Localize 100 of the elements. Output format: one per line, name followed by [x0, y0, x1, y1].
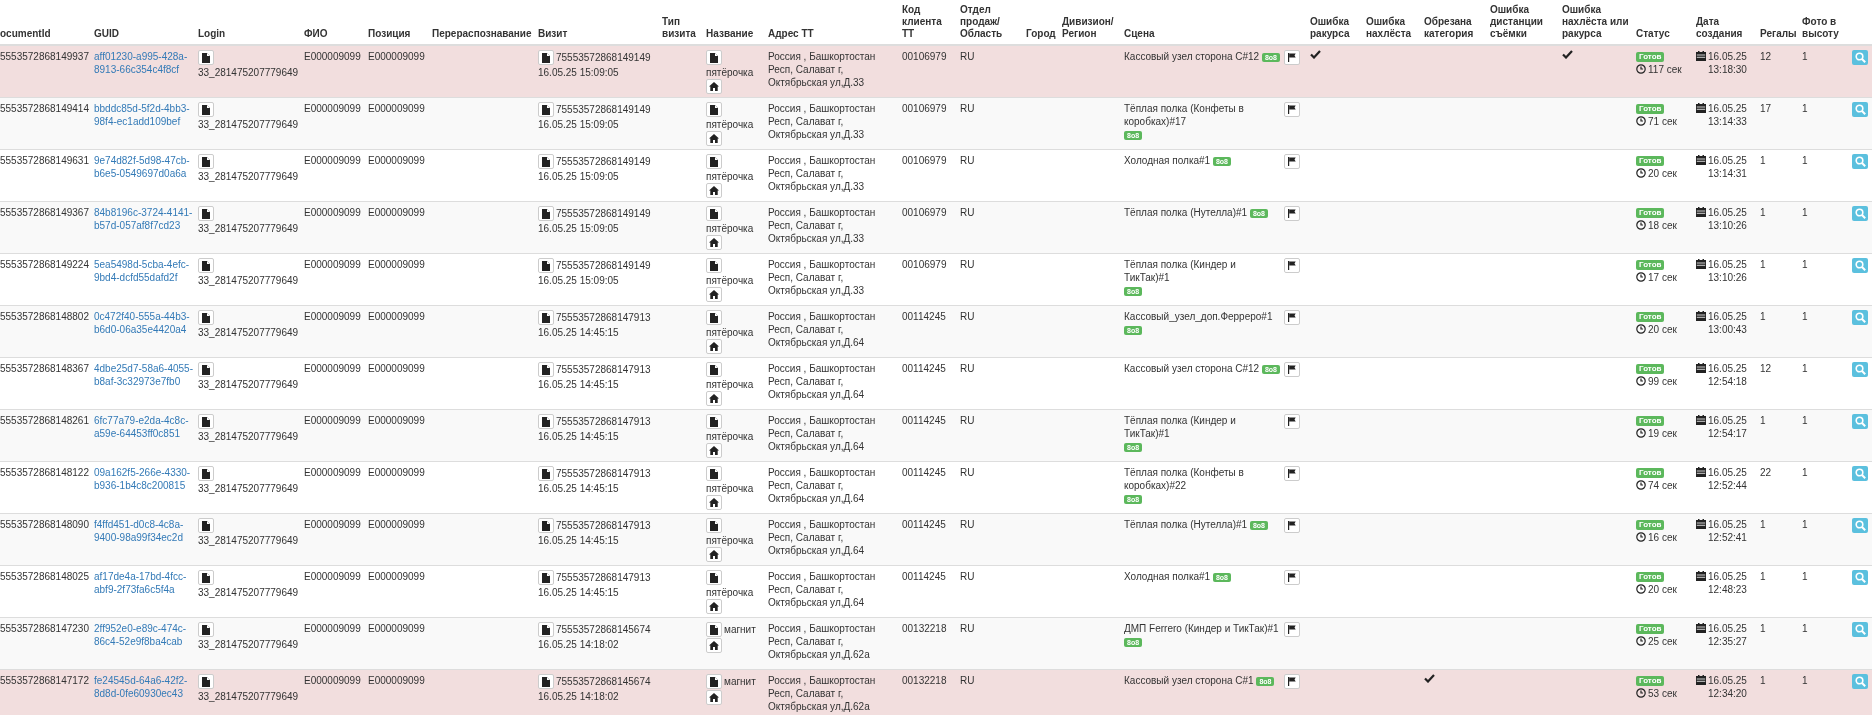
flag-button[interactable] [1284, 50, 1300, 65]
file-button[interactable] [538, 414, 554, 429]
table-cell: 1 [1760, 305, 1802, 358]
file-button[interactable] [538, 154, 554, 169]
file-button[interactable] [198, 362, 214, 377]
file-button[interactable] [538, 206, 554, 221]
file-button[interactable] [706, 258, 722, 273]
flag-button[interactable] [1284, 674, 1300, 689]
file-button[interactable] [198, 258, 214, 273]
flag-button[interactable] [1284, 154, 1300, 169]
file-button[interactable] [538, 50, 554, 65]
file-button[interactable] [198, 518, 214, 533]
guid-link[interactable]: 9e74d82f-5d98-47cb-b6e5-0549697d0a6a [94, 154, 194, 180]
flag-icon [1288, 365, 1296, 374]
file-button[interactable] [198, 50, 214, 65]
file-button[interactable] [198, 570, 214, 585]
home-button[interactable] [706, 183, 722, 198]
duration-text: 71 сек [1648, 116, 1677, 127]
file-button[interactable] [198, 622, 214, 637]
file-button[interactable] [198, 674, 214, 689]
file-button[interactable] [706, 674, 722, 689]
file-button[interactable] [538, 518, 554, 533]
visit-id: 75553572868149149 [556, 103, 651, 115]
table-cell: 5553572868147230 [0, 617, 94, 670]
file-button[interactable] [706, 414, 722, 429]
flag-button[interactable] [1284, 310, 1300, 325]
file-button[interactable] [706, 622, 722, 637]
table-cell: Россия , Башкортостан Респ, Салават г, Октябрьская ул,Д.62а [768, 617, 902, 670]
created-date: 16.05.25 13:00:43 [1708, 310, 1748, 336]
table-cell: Россия , Башкортостан Респ, Салават г, Октябрьская ул,Д.64 [768, 513, 902, 566]
home-button[interactable] [706, 690, 722, 705]
table-cell: 1 [1802, 409, 1852, 462]
duration-text: 99 сек [1648, 376, 1677, 387]
file-button[interactable] [198, 206, 214, 221]
file-button[interactable] [706, 310, 722, 325]
file-icon [710, 416, 718, 427]
visit-id: 75553572868149149 [556, 207, 651, 219]
home-button[interactable] [706, 339, 722, 354]
file-button[interactable] [198, 310, 214, 325]
flag-button[interactable] [1284, 570, 1300, 585]
visit-id: 75553572868149149 [556, 51, 651, 63]
flag-button[interactable] [1284, 258, 1300, 273]
table-cell: 12 [1760, 45, 1802, 98]
flag-button[interactable] [1284, 206, 1300, 221]
table-cell: E000009099 [368, 409, 432, 462]
file-button[interactable] [538, 674, 554, 689]
flag-button[interactable] [1284, 622, 1300, 637]
file-button[interactable] [538, 466, 554, 481]
home-button[interactable] [706, 391, 722, 406]
search-icon [1854, 104, 1866, 115]
home-button[interactable] [706, 287, 722, 302]
file-button[interactable] [538, 310, 554, 325]
file-button[interactable] [198, 102, 214, 117]
created-date: 16.05.25 12:34:20 [1708, 674, 1748, 700]
file-icon [202, 416, 210, 427]
file-button[interactable] [538, 570, 554, 585]
home-button[interactable] [706, 79, 722, 94]
file-button[interactable] [198, 154, 214, 169]
status-badge: Готов [1636, 364, 1665, 375]
clock-icon [1636, 376, 1646, 386]
table-cell: Россия , Башкортостан Респ, Салават г, Октябрьская ул,Д.62а [768, 669, 902, 715]
file-button[interactable] [706, 362, 722, 377]
guid-link[interactable]: af17de4a-17bd-4fcc-abf9-2f73fa6c5f4a [94, 570, 194, 596]
flag-icon [1288, 677, 1296, 686]
file-button[interactable] [538, 102, 554, 117]
file-button[interactable] [706, 570, 722, 585]
file-button[interactable] [198, 466, 214, 481]
flag-button[interactable] [1284, 102, 1300, 117]
home-button[interactable] [706, 638, 722, 653]
store-name: пятёрочка [706, 275, 754, 286]
home-button[interactable] [706, 495, 722, 510]
home-button[interactable] [706, 235, 722, 250]
file-button[interactable] [706, 154, 722, 169]
table-cell: RU [960, 617, 1026, 670]
home-button[interactable] [706, 599, 722, 614]
scene-name: Кассовый узел сторона С#12 [1124, 50, 1260, 63]
guid-link[interactable]: 5ea5498d-5cba-4efc-9bd4-dcfd55dafd2f [94, 258, 194, 284]
file-icon [710, 624, 718, 635]
home-button[interactable] [706, 131, 722, 146]
file-button[interactable] [198, 414, 214, 429]
calendar-icon [1696, 51, 1706, 61]
file-button[interactable] [706, 206, 722, 221]
flag-button[interactable] [1284, 518, 1300, 533]
file-button[interactable] [706, 102, 722, 117]
guid-link[interactable]: 4dbe25d7-58a6-4055-b8af-3c32973e7fb0 [94, 362, 194, 388]
file-button[interactable] [538, 258, 554, 273]
home-button[interactable] [706, 443, 722, 458]
created-date: 16.05.25 13:14:31 [1708, 154, 1748, 180]
file-button[interactable] [706, 50, 722, 65]
home-button[interactable] [706, 547, 722, 562]
login-text: 33_281475207779649 [198, 534, 300, 547]
file-button[interactable] [706, 466, 722, 481]
guid-link[interactable]: 09a162f5-266e-4330-b936-1b4c8c200815 [94, 466, 194, 492]
flag-button[interactable] [1284, 362, 1300, 377]
file-button[interactable] [538, 622, 554, 637]
flag-button[interactable] [1284, 414, 1300, 429]
file-icon [710, 208, 718, 219]
file-button[interactable] [706, 518, 722, 533]
flag-button[interactable] [1284, 466, 1300, 481]
file-button[interactable] [538, 362, 554, 377]
